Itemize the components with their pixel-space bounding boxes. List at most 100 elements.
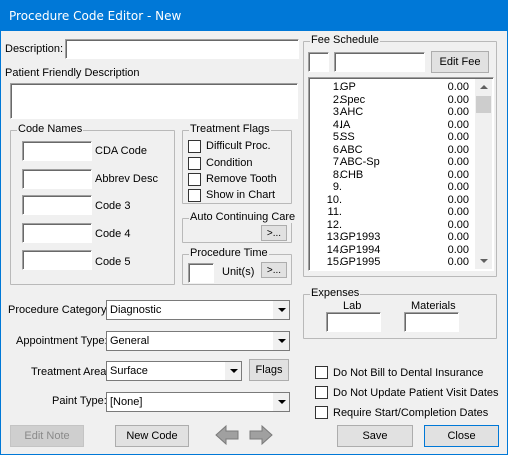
- window-title: Procedure Code Editor - New: [9, 9, 182, 23]
- code-names-legend: Code Names: [17, 123, 84, 135]
- new-code-button[interactable]: New Code: [115, 425, 189, 447]
- fee-row[interactable]: 14. GP1994 0.00: [309, 244, 477, 257]
- treatment-flags-legend: Treatment Flags: [189, 123, 271, 135]
- edit-note-button[interactable]: Edit Note: [10, 425, 84, 447]
- lab-expense-input[interactable]: [326, 312, 381, 332]
- procedure-time-input[interactable]: [188, 263, 214, 283]
- scroll-thumb[interactable]: [476, 96, 491, 113]
- cda-code-input[interactable]: [22, 141, 92, 161]
- materials-label: Materials: [411, 300, 456, 312]
- fee-row[interactable]: 5. SS 0.00: [309, 131, 477, 144]
- fee-row-code: AHC: [340, 106, 364, 118]
- fee-schedule-list[interactable]: 1. GP 0.00 2. Spec 0.00 3. AHC 0.00 4. IA 0.00 5. SS 0…: [308, 77, 494, 271]
- show-in-chart-checkbox[interactable]: [188, 189, 201, 202]
- procedure-time-legend: Procedure Time: [189, 247, 269, 259]
- fee-row[interactable]: 2. Spec 0.00: [309, 94, 477, 107]
- fee-row-amount: 0.00: [447, 231, 469, 243]
- code-5-label: Code 5: [95, 256, 131, 268]
- fee-row-amount: 0.00: [447, 81, 469, 93]
- code-5-input[interactable]: [22, 250, 92, 270]
- code-3-label: Code 3: [95, 200, 131, 212]
- fee-row-amount: 0.00: [447, 206, 469, 218]
- materials-expense-input[interactable]: [404, 312, 459, 332]
- abbrev-desc-input[interactable]: [22, 169, 92, 189]
- code-4-label: Code 4: [95, 228, 131, 240]
- fee-row-code: CHB: [340, 168, 364, 181]
- fee-row[interactable]: 13. GP1993 0.00: [309, 231, 477, 244]
- fee-row-number: 12.: [326, 218, 342, 231]
- treatment-area-select[interactable]: Surface: [106, 361, 242, 381]
- scroll-up-icon[interactable]: [475, 79, 492, 96]
- fee-row[interactable]: 8. CHB 0.00: [309, 169, 477, 182]
- treatment-area-value: Surface: [110, 365, 148, 377]
- fee-row-amount: 0.00: [447, 181, 469, 193]
- save-button[interactable]: Save: [337, 425, 413, 447]
- appointment-type-select[interactable]: General: [106, 331, 290, 351]
- fee-row-number: 9.: [332, 181, 342, 193]
- description-input[interactable]: [65, 39, 299, 59]
- chevron-down-icon[interactable]: [224, 362, 241, 380]
- require-dates-label: Require Start/Completion Dates: [333, 407, 489, 419]
- fee-row[interactable]: 12. 0.00: [309, 219, 477, 232]
- condition-checkbox[interactable]: [188, 157, 201, 170]
- fee-row-amount: 0.00: [447, 106, 469, 118]
- patient-friendly-label: Patient Friendly Description: [5, 67, 140, 79]
- treatment-area-label: Treatment Area:: [31, 366, 110, 378]
- fee-schedule-legend: Fee Schedule: [310, 34, 380, 46]
- fee-row[interactable]: 4. IA 0.00: [309, 119, 477, 132]
- patient-friendly-textarea[interactable]: [10, 83, 298, 119]
- expenses-legend: Expenses: [310, 287, 361, 299]
- procedure-category-value: Diagnostic: [110, 304, 162, 316]
- fee-row[interactable]: 1. GP 0.00: [309, 81, 477, 94]
- next-arrow-icon[interactable]: [246, 423, 276, 447]
- cda-code-label: CDA Code: [95, 145, 147, 157]
- fee-row-code: Spec: [340, 93, 366, 106]
- edit-fee-button[interactable]: Edit Fee: [431, 51, 489, 73]
- difficult-proc-checkbox[interactable]: [188, 140, 201, 153]
- remove-tooth-checkbox[interactable]: [188, 173, 201, 186]
- fee-row[interactable]: 9. 0.00: [309, 181, 477, 194]
- show-in-chart-label: Show in Chart: [206, 189, 276, 201]
- fee-row[interactable]: 15. GP1995 0.00: [309, 256, 477, 269]
- procedure-category-select[interactable]: Diagnostic: [106, 300, 290, 320]
- code-3-input[interactable]: [22, 195, 92, 215]
- fee-amount-input[interactable]: [334, 52, 425, 72]
- previous-arrow-icon[interactable]: [212, 423, 242, 447]
- fee-row-amount: 0.00: [447, 256, 469, 268]
- paint-type-label: Paint Type:: [52, 395, 107, 407]
- title-bar[interactable]: Procedure Code Editor - New: [1, 1, 507, 31]
- do-not-bill-checkbox[interactable]: [315, 366, 328, 379]
- remove-tooth-label: Remove Tooth: [206, 173, 277, 185]
- code-4-input[interactable]: [22, 223, 92, 243]
- auto-continuing-care-button[interactable]: >...: [261, 225, 287, 241]
- paint-type-select[interactable]: [None]: [106, 392, 290, 412]
- flags-button[interactable]: Flags: [249, 359, 289, 381]
- fee-row-amount: 0.00: [447, 243, 469, 256]
- fee-row-amount: 0.00: [447, 156, 469, 168]
- scroll-down-icon[interactable]: [475, 252, 492, 269]
- abbrev-desc-label: Abbrev Desc: [95, 173, 158, 185]
- description-label: Description:: [5, 43, 64, 55]
- do-not-update-visit-checkbox[interactable]: [315, 386, 328, 399]
- fee-row[interactable]: 7. ABC-Sp 0.00: [309, 156, 477, 169]
- chevron-down-icon[interactable]: [272, 393, 289, 411]
- chevron-down-icon[interactable]: [272, 332, 289, 350]
- appointment-type-label: Appointment Type:: [16, 335, 108, 347]
- fee-row[interactable]: 3. AHC 0.00: [309, 106, 477, 119]
- chevron-down-icon[interactable]: [272, 301, 289, 319]
- procedure-time-button[interactable]: >...: [261, 262, 287, 278]
- fee-row-amount: 0.00: [447, 143, 469, 156]
- fee-code-input[interactable]: [308, 52, 329, 72]
- fee-row-amount: 0.00: [447, 131, 469, 143]
- fee-row[interactable]: 10. 0.00: [309, 194, 477, 207]
- close-button[interactable]: Close: [424, 425, 499, 447]
- difficult-proc-label: Difficult Proc.: [206, 140, 271, 152]
- require-dates-checkbox[interactable]: [315, 406, 328, 419]
- fee-row[interactable]: 6. ABC 0.00: [309, 144, 477, 157]
- fee-row[interactable]: 11. 0.00: [309, 206, 477, 219]
- do-not-bill-label: Do Not Bill to Dental Insurance: [333, 367, 484, 379]
- fee-row-code: ABC-Sp: [340, 156, 380, 168]
- fee-list-scrollbar[interactable]: [475, 79, 492, 269]
- fee-row-code: GP1993: [340, 231, 381, 243]
- fee-row-number: 11.: [327, 206, 342, 218]
